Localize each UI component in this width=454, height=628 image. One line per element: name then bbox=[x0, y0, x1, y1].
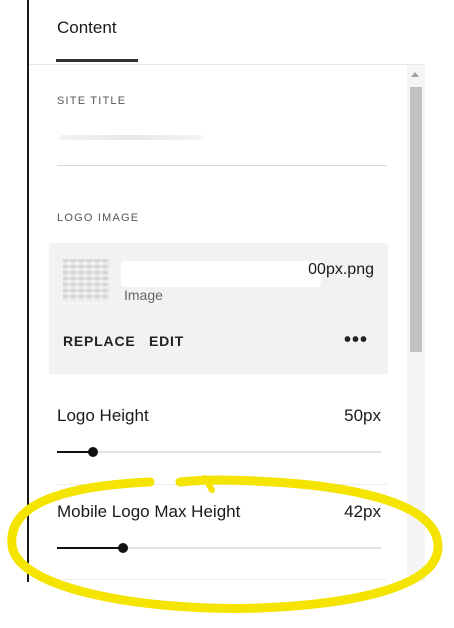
edit-button[interactable]: EDIT bbox=[149, 333, 184, 349]
vertical-scrollbar[interactable] bbox=[407, 65, 425, 582]
scroll-down-arrow-icon[interactable] bbox=[411, 575, 419, 580]
logo-height-value: 50px bbox=[344, 406, 381, 425]
site-title-label: SITE TITLE bbox=[57, 95, 127, 107]
logo-thumbnail bbox=[63, 259, 109, 301]
more-options-button[interactable]: ••• bbox=[344, 329, 368, 352]
mobile-logo-max-height-handle[interactable] bbox=[118, 543, 129, 553]
editor-panel: Content SITE TITLE LOGO IMAGE 00px.png I… bbox=[0, 0, 454, 628]
logo-image-card: 00px.png Image REPLACE EDIT ••• bbox=[49, 243, 388, 374]
logo-height-slider-row: Logo Height 50px bbox=[57, 406, 381, 466]
tab-bar: Content bbox=[29, 0, 425, 65]
mobile-logo-max-height-track[interactable] bbox=[57, 543, 381, 553]
logo-type-label: Image bbox=[124, 287, 163, 303]
logo-height-track[interactable] bbox=[57, 447, 381, 457]
site-title-input[interactable] bbox=[57, 117, 387, 166]
row-divider bbox=[57, 579, 387, 580]
mobile-logo-max-height-fill bbox=[57, 547, 124, 549]
logo-filename: 00px.png bbox=[308, 261, 374, 278]
site-title-obscured-text bbox=[59, 135, 204, 140]
tab-content[interactable]: Content bbox=[57, 18, 117, 38]
active-tab-indicator bbox=[56, 59, 138, 62]
mobile-logo-max-height-value: 42px bbox=[344, 502, 381, 521]
scroll-up-arrow-icon[interactable] bbox=[411, 72, 419, 77]
replace-button[interactable]: REPLACE bbox=[63, 333, 136, 349]
logo-image-label: LOGO IMAGE bbox=[57, 212, 140, 224]
logo-height-label: Logo Height bbox=[57, 406, 149, 425]
mobile-logo-max-height-label: Mobile Logo Max Height bbox=[57, 502, 241, 521]
mobile-logo-max-height-slider-row: Mobile Logo Max Height 42px bbox=[57, 502, 381, 562]
filename-redaction bbox=[121, 261, 321, 287]
row-divider bbox=[57, 484, 387, 485]
content-scroll-area: SITE TITLE LOGO IMAGE 00px.png Image REP… bbox=[29, 65, 407, 582]
scrollbar-thumb[interactable] bbox=[410, 87, 422, 352]
logo-height-handle[interactable] bbox=[87, 447, 98, 457]
